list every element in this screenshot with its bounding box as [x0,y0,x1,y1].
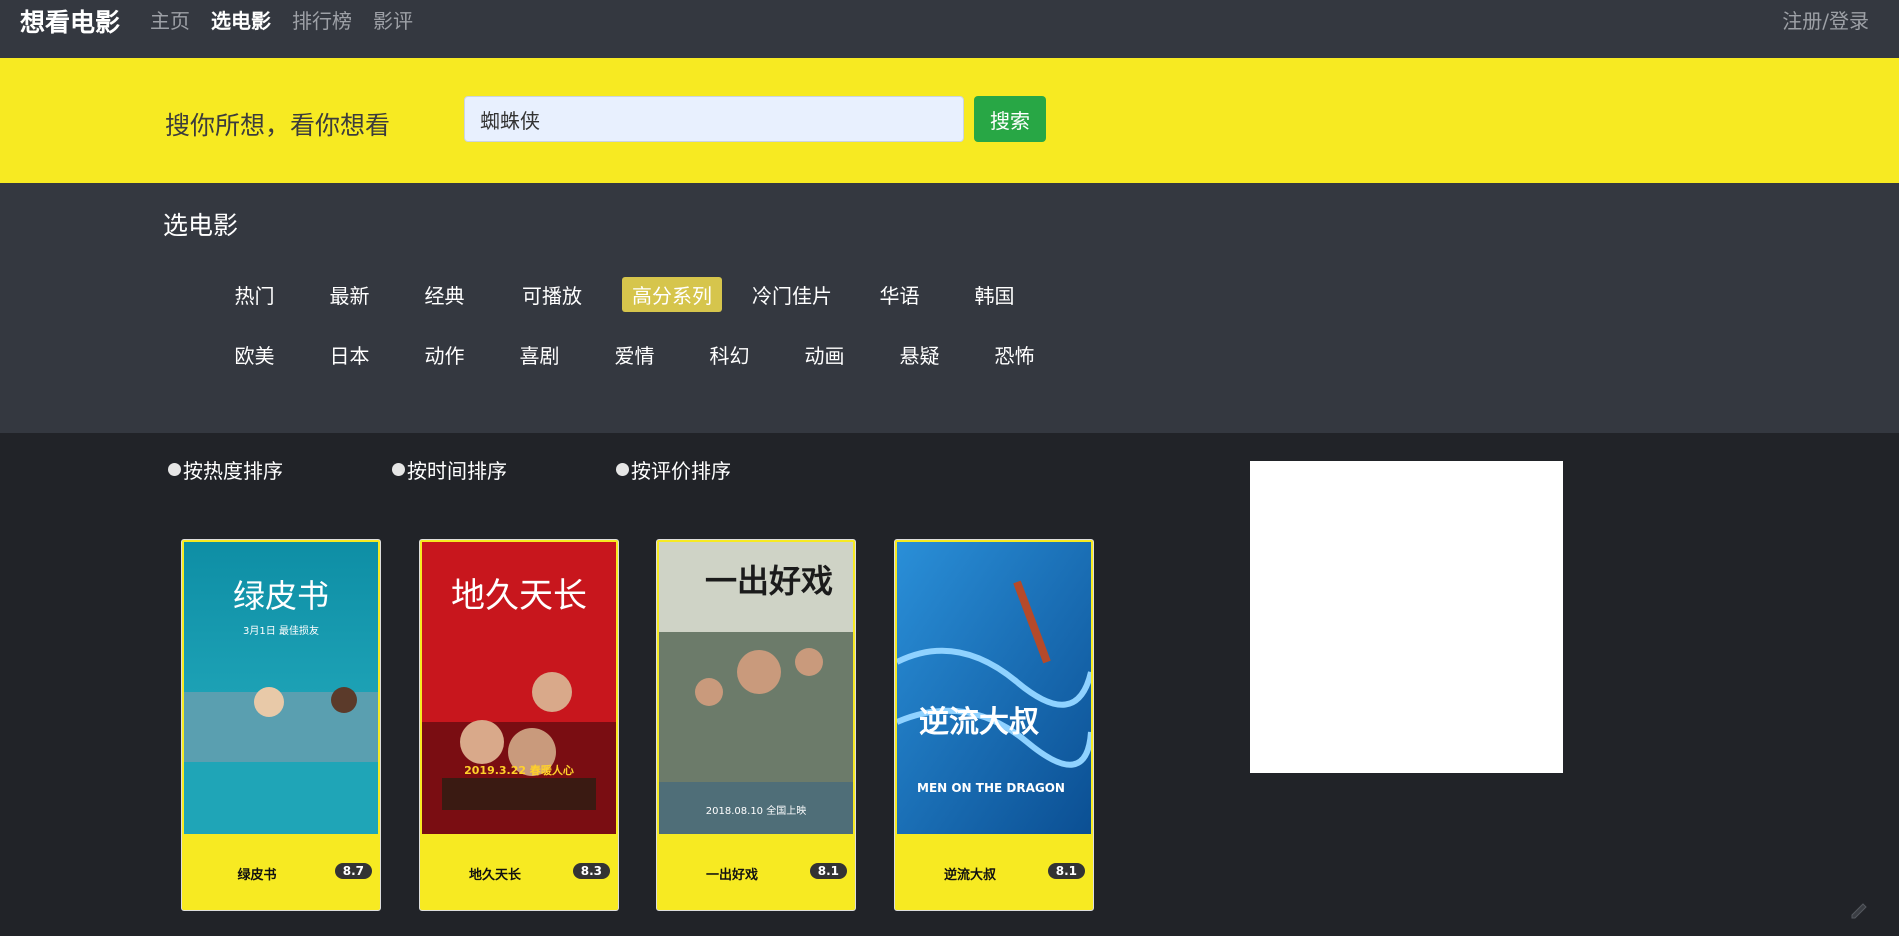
sort-by-rating[interactable]: 按评价排序 [616,455,731,484]
category-label: 爱情 [614,343,655,368]
movie-card-footer: 一出好戏 8.1 [657,836,855,910]
sort-by-time[interactable]: 按时间排序 [392,455,616,484]
category-hot[interactable]: 热门 [207,277,302,311]
category-label: 科幻 [709,343,750,368]
category-latest[interactable]: 最新 [302,277,397,311]
poster-subtitle: 2019.3.22 春暖人心 [464,763,574,777]
search-slogan: 搜你所想，看你想看 [165,111,391,140]
poster-subtitle: 3月1日 最佳损友 [243,624,319,637]
category-label: 冷门佳片 [752,283,832,308]
site-logo[interactable]: 想看电影 [20,3,120,39]
movie-card[interactable]: 逆流大叔 MEN ON THE DRAGON 逆流大叔 8.1 [894,539,1094,911]
poster-title: 绿皮书 [233,577,329,615]
category-korean[interactable]: 韩国 [947,277,1042,311]
nav-link-home[interactable]: 主页 [150,5,190,34]
nav-links: 主页 选电影 排行榜 影评 [150,5,413,34]
movie-card-footer: 逆流大叔 8.1 [895,836,1093,910]
category-label: 热门 [234,283,275,308]
movie-card[interactable]: 绿皮书 3月1日 最佳损友 绿皮书 8.7 [181,539,381,911]
poster-subtitle: MEN ON THE DRAGON [917,781,1065,795]
category-label: 可播放 [522,283,582,308]
movie-card-footer: 绿皮书 8.7 [182,836,380,910]
movie-score-badge: 8.1 [809,863,847,879]
category-label: 高分系列 [622,276,722,312]
category-japan[interactable]: 日本 [302,337,397,371]
category-underrated[interactable]: 冷门佳片 [732,277,852,311]
movie-card-footer: 地久天长 8.3 [420,836,618,910]
category-label: 动画 [804,343,845,368]
category-label: 最新 [329,283,370,308]
category-animation[interactable]: 动画 [777,337,872,371]
poster-title: 逆流大叔 [919,705,1039,740]
category-action[interactable]: 动作 [397,337,492,371]
movie-poster[interactable]: 一出好戏 2018.08.10 全国上映 [659,542,853,834]
nav-link-ranking[interactable]: 排行榜 [292,5,352,34]
radio-button[interactable] [168,463,181,476]
movie-title[interactable]: 地久天长 [420,864,570,883]
poster-subtitle: 2018.08.10 全国上映 [706,804,806,817]
category-classic[interactable]: 经典 [397,277,492,311]
sort-options: 按热度排序 按时间排序 按评价排序 [168,455,731,484]
sort-label: 按时间排序 [407,459,507,483]
search-banner: 搜你所想，看你想看 搜索 [0,58,1899,183]
category-romance[interactable]: 爱情 [587,337,682,371]
category-title: 选电影 [163,211,239,240]
search-button[interactable]: 搜索 [974,96,1046,142]
pen-icon[interactable] [1849,898,1871,920]
search-input[interactable] [464,96,964,142]
category-row-2: 欧美 日本 动作 喜剧 爱情 科幻 动画 悬疑 恐怖 [207,337,1062,371]
movie-title[interactable]: 逆流大叔 [895,864,1045,883]
category-label: 欧美 [234,343,275,368]
sort-label: 按热度排序 [183,459,283,483]
category-comedy[interactable]: 喜剧 [492,337,587,371]
category-western[interactable]: 欧美 [207,337,302,371]
movie-score-badge: 8.1 [1047,863,1085,879]
category-panel: 选电影 热门 最新 经典 可播放 高分系列 冷门佳片 华语 韩国 欧美 日本 动… [0,183,1899,433]
category-horror[interactable]: 恐怖 [967,337,1062,371]
category-label: 华语 [879,283,920,308]
register-login-link[interactable]: 注册/登录 [1782,5,1869,34]
side-panel-box [1250,461,1563,773]
category-mystery[interactable]: 悬疑 [872,337,967,371]
radio-button[interactable] [392,463,405,476]
movie-card[interactable]: 一出好戏 2018.08.10 全国上映 一出好戏 8.1 [656,539,856,911]
movie-poster[interactable]: 地久天长 2019.3.22 春暖人心 [422,542,616,834]
category-scifi[interactable]: 科幻 [682,337,777,371]
category-label: 恐怖 [994,343,1035,368]
movie-poster[interactable]: 逆流大叔 MEN ON THE DRAGON [897,542,1091,834]
category-label: 喜剧 [519,343,560,368]
category-label: 悬疑 [899,343,940,368]
radio-button[interactable] [616,463,629,476]
category-label: 动作 [424,343,465,368]
category-playable[interactable]: 可播放 [492,277,612,311]
top-navbar: 想看电影 主页 选电影 排行榜 影评 注册/登录 [0,0,1899,58]
movie-poster[interactable]: 绿皮书 3月1日 最佳损友 [184,542,378,834]
movie-card[interactable]: 地久天长 2019.3.22 春暖人心 地久天长 8.3 [419,539,619,911]
category-label: 韩国 [974,283,1015,308]
movie-title[interactable]: 一出好戏 [657,864,807,883]
nav-link-reviews[interactable]: 影评 [373,5,413,34]
category-label: 经典 [424,283,465,308]
category-chinese[interactable]: 华语 [852,277,947,311]
category-label: 日本 [329,343,370,368]
sort-label: 按评价排序 [631,459,731,483]
movie-title[interactable]: 绿皮书 [182,864,332,883]
category-high-score[interactable]: 高分系列 [612,276,732,312]
nav-link-choose-movie[interactable]: 选电影 [211,5,271,34]
poster-title: 地久天长 [451,576,587,616]
category-row-1: 热门 最新 经典 可播放 高分系列 冷门佳片 华语 韩国 [207,276,1042,312]
movie-score-badge: 8.7 [334,863,372,879]
sort-by-popularity[interactable]: 按热度排序 [168,455,392,484]
movie-score-badge: 8.3 [572,863,610,879]
poster-title: 一出好戏 [705,562,833,600]
